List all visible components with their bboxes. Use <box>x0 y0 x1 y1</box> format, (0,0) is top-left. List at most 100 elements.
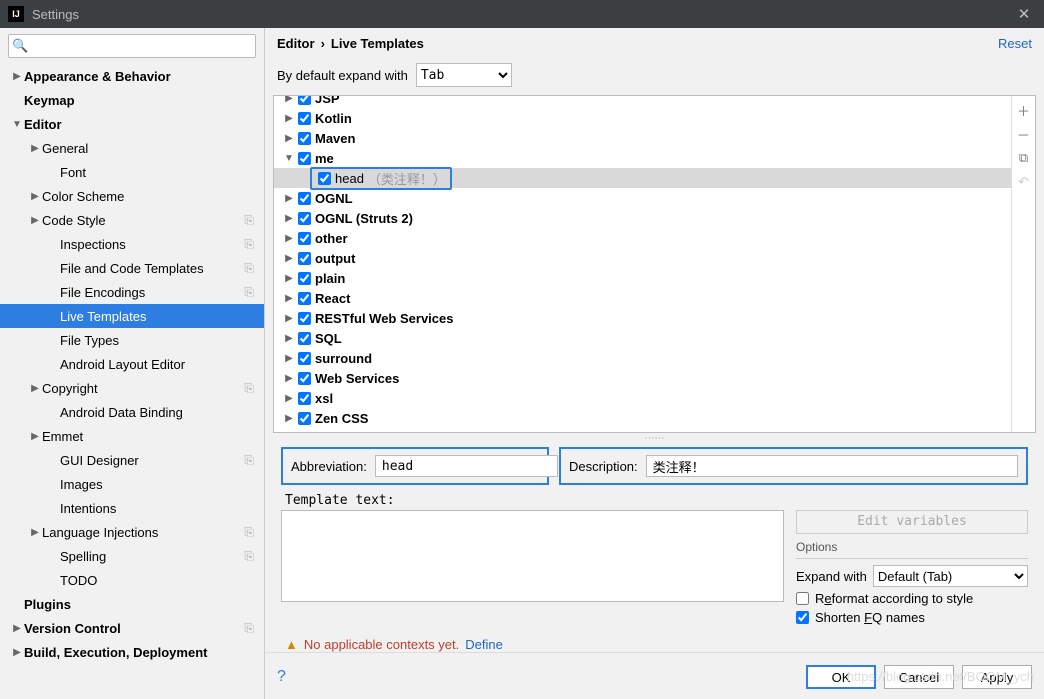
sidebar-item-file-and-code-templates[interactable]: File and Code Templates⎘ <box>0 256 264 280</box>
template-text-area[interactable] <box>281 510 784 602</box>
template-group[interactable]: ▶output <box>274 248 1011 268</box>
group-checkbox[interactable] <box>298 272 311 285</box>
help-icon[interactable]: ? <box>277 668 286 686</box>
close-icon[interactable]: ✕ <box>1012 5 1036 23</box>
options-fieldset: Options Expand with Default (Tab) Reform… <box>796 540 1028 629</box>
abbreviation-input[interactable] <box>375 455 558 477</box>
template-group[interactable]: ▶plain <box>274 268 1011 288</box>
sidebar-item-label: Plugins <box>24 597 254 612</box>
template-group[interactable]: ▶Web Services <box>274 368 1011 388</box>
group-checkbox[interactable] <box>298 392 311 405</box>
sidebar-item-label: Editor <box>24 117 254 132</box>
group-checkbox[interactable] <box>298 252 311 265</box>
sidebar-item-intentions[interactable]: Intentions <box>0 496 264 520</box>
template-group[interactable]: ▶OGNL <box>274 188 1011 208</box>
options-expand-select[interactable]: Default (Tab) <box>873 565 1028 587</box>
settings-tree[interactable]: ▶Appearance & BehaviorKeymap▼Editor▶Gene… <box>0 64 264 699</box>
group-checkbox[interactable] <box>298 332 311 345</box>
group-checkbox[interactable] <box>298 132 311 145</box>
template-group[interactable]: ▶Zen HTML <box>274 428 1011 432</box>
sidebar-item-android-data-binding[interactable]: Android Data Binding <box>0 400 264 424</box>
add-icon[interactable]: ＋ <box>1014 100 1034 120</box>
reformat-label[interactable]: Reformat according to style <box>815 591 973 606</box>
sidebar-item-images[interactable]: Images <box>0 472 264 496</box>
group-checkbox[interactable] <box>298 192 311 205</box>
sidebar-item-plugins[interactable]: Plugins <box>0 592 264 616</box>
cancel-button[interactable]: Cancel <box>884 665 954 689</box>
sidebar-item-label: TODO <box>60 573 254 588</box>
description-input[interactable] <box>646 455 1018 477</box>
sidebar-item-live-templates[interactable]: Live Templates <box>0 304 264 328</box>
template-group[interactable]: ▶React <box>274 288 1011 308</box>
group-label: me <box>315 151 334 166</box>
ok-button[interactable]: OK <box>806 665 876 689</box>
reformat-checkbox[interactable] <box>796 592 809 605</box>
reset-link[interactable]: Reset <box>998 36 1032 51</box>
sidebar-item-file-encodings[interactable]: File Encodings⎘ <box>0 280 264 304</box>
undo-icon[interactable]: ↶ <box>1014 172 1034 192</box>
remove-icon[interactable]: － <box>1014 124 1034 144</box>
template-group[interactable]: ▶Maven <box>274 128 1011 148</box>
sidebar-item-version-control[interactable]: ▶Version Control⎘ <box>0 616 264 640</box>
template-checkbox[interactable] <box>318 172 331 185</box>
template-group[interactable]: ▶OGNL (Struts 2) <box>274 208 1011 228</box>
sidebar-item-appearance-behavior[interactable]: ▶Appearance & Behavior <box>0 64 264 88</box>
group-checkbox[interactable] <box>298 96 311 105</box>
group-checkbox[interactable] <box>298 352 311 365</box>
breadcrumb: Editor › Live Templates <box>277 36 424 51</box>
splitter-grip[interactable]: ⋯⋯ <box>273 433 1036 443</box>
chevron-icon: ▶ <box>28 215 42 226</box>
sidebar-item-emmet[interactable]: ▶Emmet <box>0 424 264 448</box>
sidebar-item-keymap[interactable]: Keymap <box>0 88 264 112</box>
sidebar-item-label: File Types <box>60 333 254 348</box>
sidebar-item-language-injections[interactable]: ▶Language Injections⎘ <box>0 520 264 544</box>
group-checkbox[interactable] <box>298 372 311 385</box>
sidebar-item-font[interactable]: Font <box>0 160 264 184</box>
template-group[interactable]: ▶SQL <box>274 328 1011 348</box>
sidebar-item-color-scheme[interactable]: ▶Color Scheme <box>0 184 264 208</box>
group-checkbox[interactable] <box>298 292 311 305</box>
sidebar-item-inspections[interactable]: Inspections⎘ <box>0 232 264 256</box>
group-checkbox[interactable] <box>298 412 311 425</box>
template-item[interactable]: head（类注释！） <box>274 168 1011 188</box>
copy-icon[interactable]: ⧉ <box>1014 148 1034 168</box>
sidebar-item-general[interactable]: ▶General <box>0 136 264 160</box>
search-input[interactable] <box>8 34 256 58</box>
sidebar-item-copyright[interactable]: ▶Copyright⎘ <box>0 376 264 400</box>
group-label: OGNL <box>315 191 353 206</box>
sidebar-item-label: Appearance & Behavior <box>24 69 254 84</box>
group-checkbox[interactable] <box>298 432 311 433</box>
group-checkbox[interactable] <box>298 212 311 225</box>
template-group[interactable]: ▶JSP <box>274 96 1011 108</box>
template-group[interactable]: ▶RESTful Web Services <box>274 308 1011 328</box>
sidebar-item-file-types[interactable]: File Types <box>0 328 264 352</box>
template-group[interactable]: ▶other <box>274 228 1011 248</box>
chevron-icon: ▼ <box>10 119 24 130</box>
group-checkbox[interactable] <box>298 232 311 245</box>
template-tree[interactable]: ▶JSP▶Kotlin▶Maven▼mehead（类注释！）▶OGNL▶OGNL… <box>274 96 1011 432</box>
template-group[interactable]: ▶Kotlin <box>274 108 1011 128</box>
shorten-checkbox[interactable] <box>796 611 809 624</box>
template-group[interactable]: ▶Zen CSS <box>274 408 1011 428</box>
group-checkbox[interactable] <box>298 312 311 325</box>
sidebar-item-editor[interactable]: ▼Editor <box>0 112 264 136</box>
chevron-icon: ▶ <box>10 647 24 658</box>
options-legend: Options <box>796 540 1028 559</box>
sidebar-item-android-layout-editor[interactable]: Android Layout Editor <box>0 352 264 376</box>
chevron-icon: ▶ <box>282 213 296 224</box>
define-link[interactable]: Define <box>465 637 503 652</box>
apply-button[interactable]: Apply <box>962 665 1032 689</box>
sidebar-item-code-style[interactable]: ▶Code Style⎘ <box>0 208 264 232</box>
sidebar-item-spelling[interactable]: Spelling⎘ <box>0 544 264 568</box>
group-checkbox[interactable] <box>298 112 311 125</box>
sidebar-item-gui-designer[interactable]: GUI Designer⎘ <box>0 448 264 472</box>
sidebar-item-build-execution-deployment[interactable]: ▶Build, Execution, Deployment <box>0 640 264 664</box>
template-group[interactable]: ▼me <box>274 148 1011 168</box>
expand-select[interactable]: Tab <box>416 63 512 87</box>
chevron-icon: ▶ <box>282 253 296 264</box>
sidebar-item-todo[interactable]: TODO <box>0 568 264 592</box>
shorten-label[interactable]: Shorten FQ names <box>815 610 925 625</box>
template-group[interactable]: ▶xsl <box>274 388 1011 408</box>
template-group[interactable]: ▶surround <box>274 348 1011 368</box>
group-checkbox[interactable] <box>298 152 311 165</box>
